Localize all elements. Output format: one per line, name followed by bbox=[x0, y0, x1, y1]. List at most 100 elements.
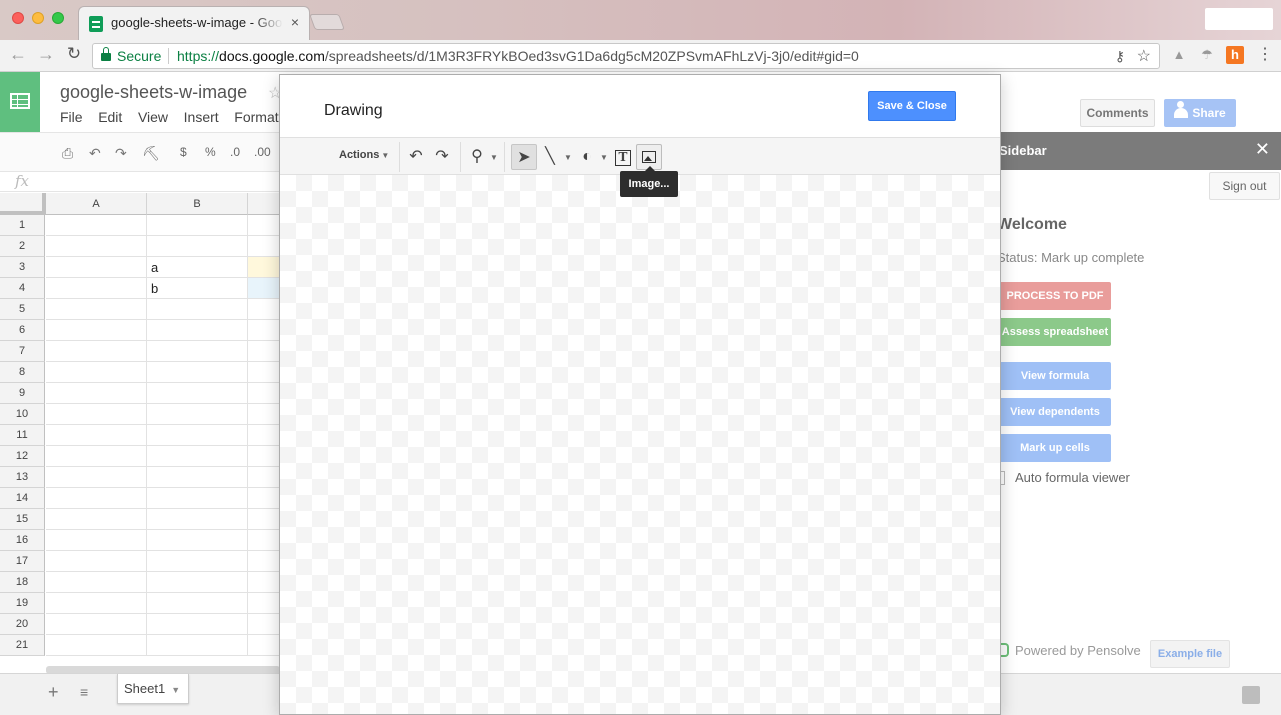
add-sheet-icon[interactable]: + bbox=[48, 682, 59, 703]
row-header[interactable]: 11 bbox=[0, 425, 45, 446]
grid-cell[interactable] bbox=[147, 320, 248, 341]
assess-spreadsheet-button[interactable]: Assess spreadsheet bbox=[999, 318, 1111, 346]
grid-cell[interactable] bbox=[248, 572, 280, 593]
text-box-icon[interactable]: T bbox=[612, 144, 634, 170]
grid-cell[interactable] bbox=[147, 614, 248, 635]
grid-cell[interactable] bbox=[147, 467, 248, 488]
zoom-icon[interactable]: ⚲ bbox=[467, 144, 487, 170]
grid-cell[interactable] bbox=[248, 614, 280, 635]
zoom-caret-icon[interactable]: ▼ bbox=[490, 145, 498, 171]
grid-cell[interactable] bbox=[248, 278, 280, 299]
column-header-b[interactable]: B bbox=[147, 193, 248, 215]
row-header[interactable]: 3 bbox=[0, 257, 45, 278]
grid-cell[interactable] bbox=[46, 488, 147, 509]
mark-up-cells-button[interactable]: Mark up cells bbox=[999, 434, 1111, 462]
select-all-corner[interactable] bbox=[0, 193, 46, 215]
forward-arrow-icon[interactable]: → bbox=[36, 44, 56, 65]
grid-cell[interactable] bbox=[147, 635, 248, 656]
grid-cell[interactable] bbox=[46, 341, 147, 362]
grid-cell[interactable] bbox=[46, 404, 147, 425]
undo-icon[interactable]: ↶ bbox=[405, 144, 427, 170]
grid-cell[interactable] bbox=[147, 446, 248, 467]
row-header[interactable]: 16 bbox=[0, 530, 45, 551]
grid-cell[interactable] bbox=[248, 320, 280, 341]
row-header[interactable]: 21 bbox=[0, 635, 45, 656]
grid-cell[interactable] bbox=[248, 467, 280, 488]
row-header[interactable]: 14 bbox=[0, 488, 45, 509]
grid-cell[interactable] bbox=[248, 215, 280, 236]
redo-icon[interactable]: ↷ bbox=[431, 144, 453, 170]
grid-cell[interactable] bbox=[46, 593, 147, 614]
grid-cell[interactable] bbox=[147, 215, 248, 236]
undo-icon[interactable]: ↶ bbox=[89, 145, 101, 162]
row-header[interactable]: 7 bbox=[0, 341, 45, 362]
grid-cell[interactable]: a bbox=[147, 257, 248, 278]
sheet-tab-caret-icon[interactable]: ▼ bbox=[171, 685, 180, 695]
comments-button[interactable]: Comments bbox=[1080, 99, 1155, 127]
palm-extension-icon[interactable]: ☂ bbox=[1198, 46, 1216, 64]
grid-cell[interactable] bbox=[46, 299, 147, 320]
spreadsheet-grid[interactable]: A B 1 2 3 a 4 b 5 6 7 8 9 10 11 12 13 14 15 16 17 18 19 20 21 bbox=[0, 193, 280, 663]
menu-edit[interactable]: Edit bbox=[98, 109, 122, 125]
row-header[interactable]: 18 bbox=[0, 572, 45, 593]
sign-out-button[interactable]: Sign out bbox=[1209, 172, 1280, 200]
grid-cell[interactable] bbox=[147, 362, 248, 383]
bookmark-star-icon[interactable]: ☆ bbox=[1137, 46, 1151, 66]
line-tool-icon[interactable]: ╲ bbox=[540, 144, 560, 170]
back-arrow-icon[interactable]: ← bbox=[8, 44, 28, 65]
hubspot-extension-icon[interactable]: h bbox=[1226, 46, 1244, 64]
percent-format-button[interactable]: % bbox=[205, 145, 216, 159]
redo-icon[interactable]: ↷ bbox=[115, 145, 127, 162]
row-header[interactable]: 12 bbox=[0, 446, 45, 467]
grid-cell[interactable] bbox=[46, 320, 147, 341]
shape-tool-icon[interactable]: ◐ bbox=[576, 144, 598, 170]
row-header[interactable]: 10 bbox=[0, 404, 45, 425]
grid-cell[interactable] bbox=[147, 236, 248, 257]
grid-cell[interactable] bbox=[147, 572, 248, 593]
new-tab-button[interactable] bbox=[309, 14, 345, 30]
row-header[interactable]: 2 bbox=[0, 236, 45, 257]
grid-cell[interactable] bbox=[147, 404, 248, 425]
tab-close-icon[interactable]: × bbox=[291, 14, 299, 30]
grid-cell[interactable] bbox=[46, 467, 147, 488]
grid-cell[interactable] bbox=[248, 383, 280, 404]
drawing-canvas[interactable] bbox=[280, 175, 1000, 714]
select-arrow-icon[interactable]: ➤ bbox=[511, 144, 537, 170]
example-file-button[interactable]: Example file bbox=[1150, 640, 1230, 668]
grid-cell[interactable] bbox=[147, 551, 248, 572]
column-header-a[interactable]: A bbox=[46, 193, 147, 215]
save-and-close-button[interactable]: Save & Close bbox=[868, 91, 956, 121]
reload-icon[interactable]: ↻ bbox=[64, 44, 84, 64]
grid-cell[interactable]: b bbox=[147, 278, 248, 299]
close-window-button[interactable] bbox=[12, 12, 24, 24]
grid-cell[interactable] bbox=[46, 635, 147, 656]
row-header[interactable]: 19 bbox=[0, 593, 45, 614]
view-formula-button[interactable]: View formula bbox=[999, 362, 1111, 390]
drive-extension-icon[interactable]: ▲ bbox=[1170, 46, 1188, 64]
column-header-c[interactable] bbox=[248, 193, 280, 215]
line-caret-icon[interactable]: ▼ bbox=[564, 145, 572, 171]
address-bar[interactable]: Secure https://docs.google.com/spreadshe… bbox=[92, 43, 1160, 69]
row-header[interactable]: 13 bbox=[0, 467, 45, 488]
grid-cell[interactable] bbox=[147, 509, 248, 530]
grid-cell[interactable] bbox=[147, 299, 248, 320]
grid-cell[interactable] bbox=[248, 404, 280, 425]
all-sheets-icon[interactable]: ≡ bbox=[80, 684, 88, 700]
actions-menu[interactable]: Actions ▼ bbox=[339, 149, 389, 161]
grid-cell[interactable] bbox=[147, 341, 248, 362]
menu-format[interactable]: Format bbox=[234, 109, 278, 125]
process-to-pdf-button[interactable]: PROCESS TO PDF bbox=[999, 282, 1111, 310]
grid-cell[interactable] bbox=[248, 341, 280, 362]
browser-menu-icon[interactable]: ⋮ bbox=[1256, 46, 1274, 64]
currency-format-button[interactable]: $ bbox=[180, 145, 187, 159]
grid-cell[interactable] bbox=[147, 425, 248, 446]
decrease-decimal-button[interactable]: .0 bbox=[230, 145, 240, 159]
grid-cell[interactable] bbox=[248, 530, 280, 551]
url-text[interactable]: https://docs.google.com/spreadsheets/d/1… bbox=[177, 48, 859, 64]
key-icon[interactable]: ⚷ bbox=[1115, 48, 1125, 65]
grid-cell[interactable] bbox=[46, 278, 147, 299]
grid-cell[interactable] bbox=[248, 446, 280, 467]
row-header[interactable]: 4 bbox=[0, 278, 45, 299]
row-header[interactable]: 20 bbox=[0, 614, 45, 635]
grid-cell[interactable] bbox=[248, 551, 280, 572]
